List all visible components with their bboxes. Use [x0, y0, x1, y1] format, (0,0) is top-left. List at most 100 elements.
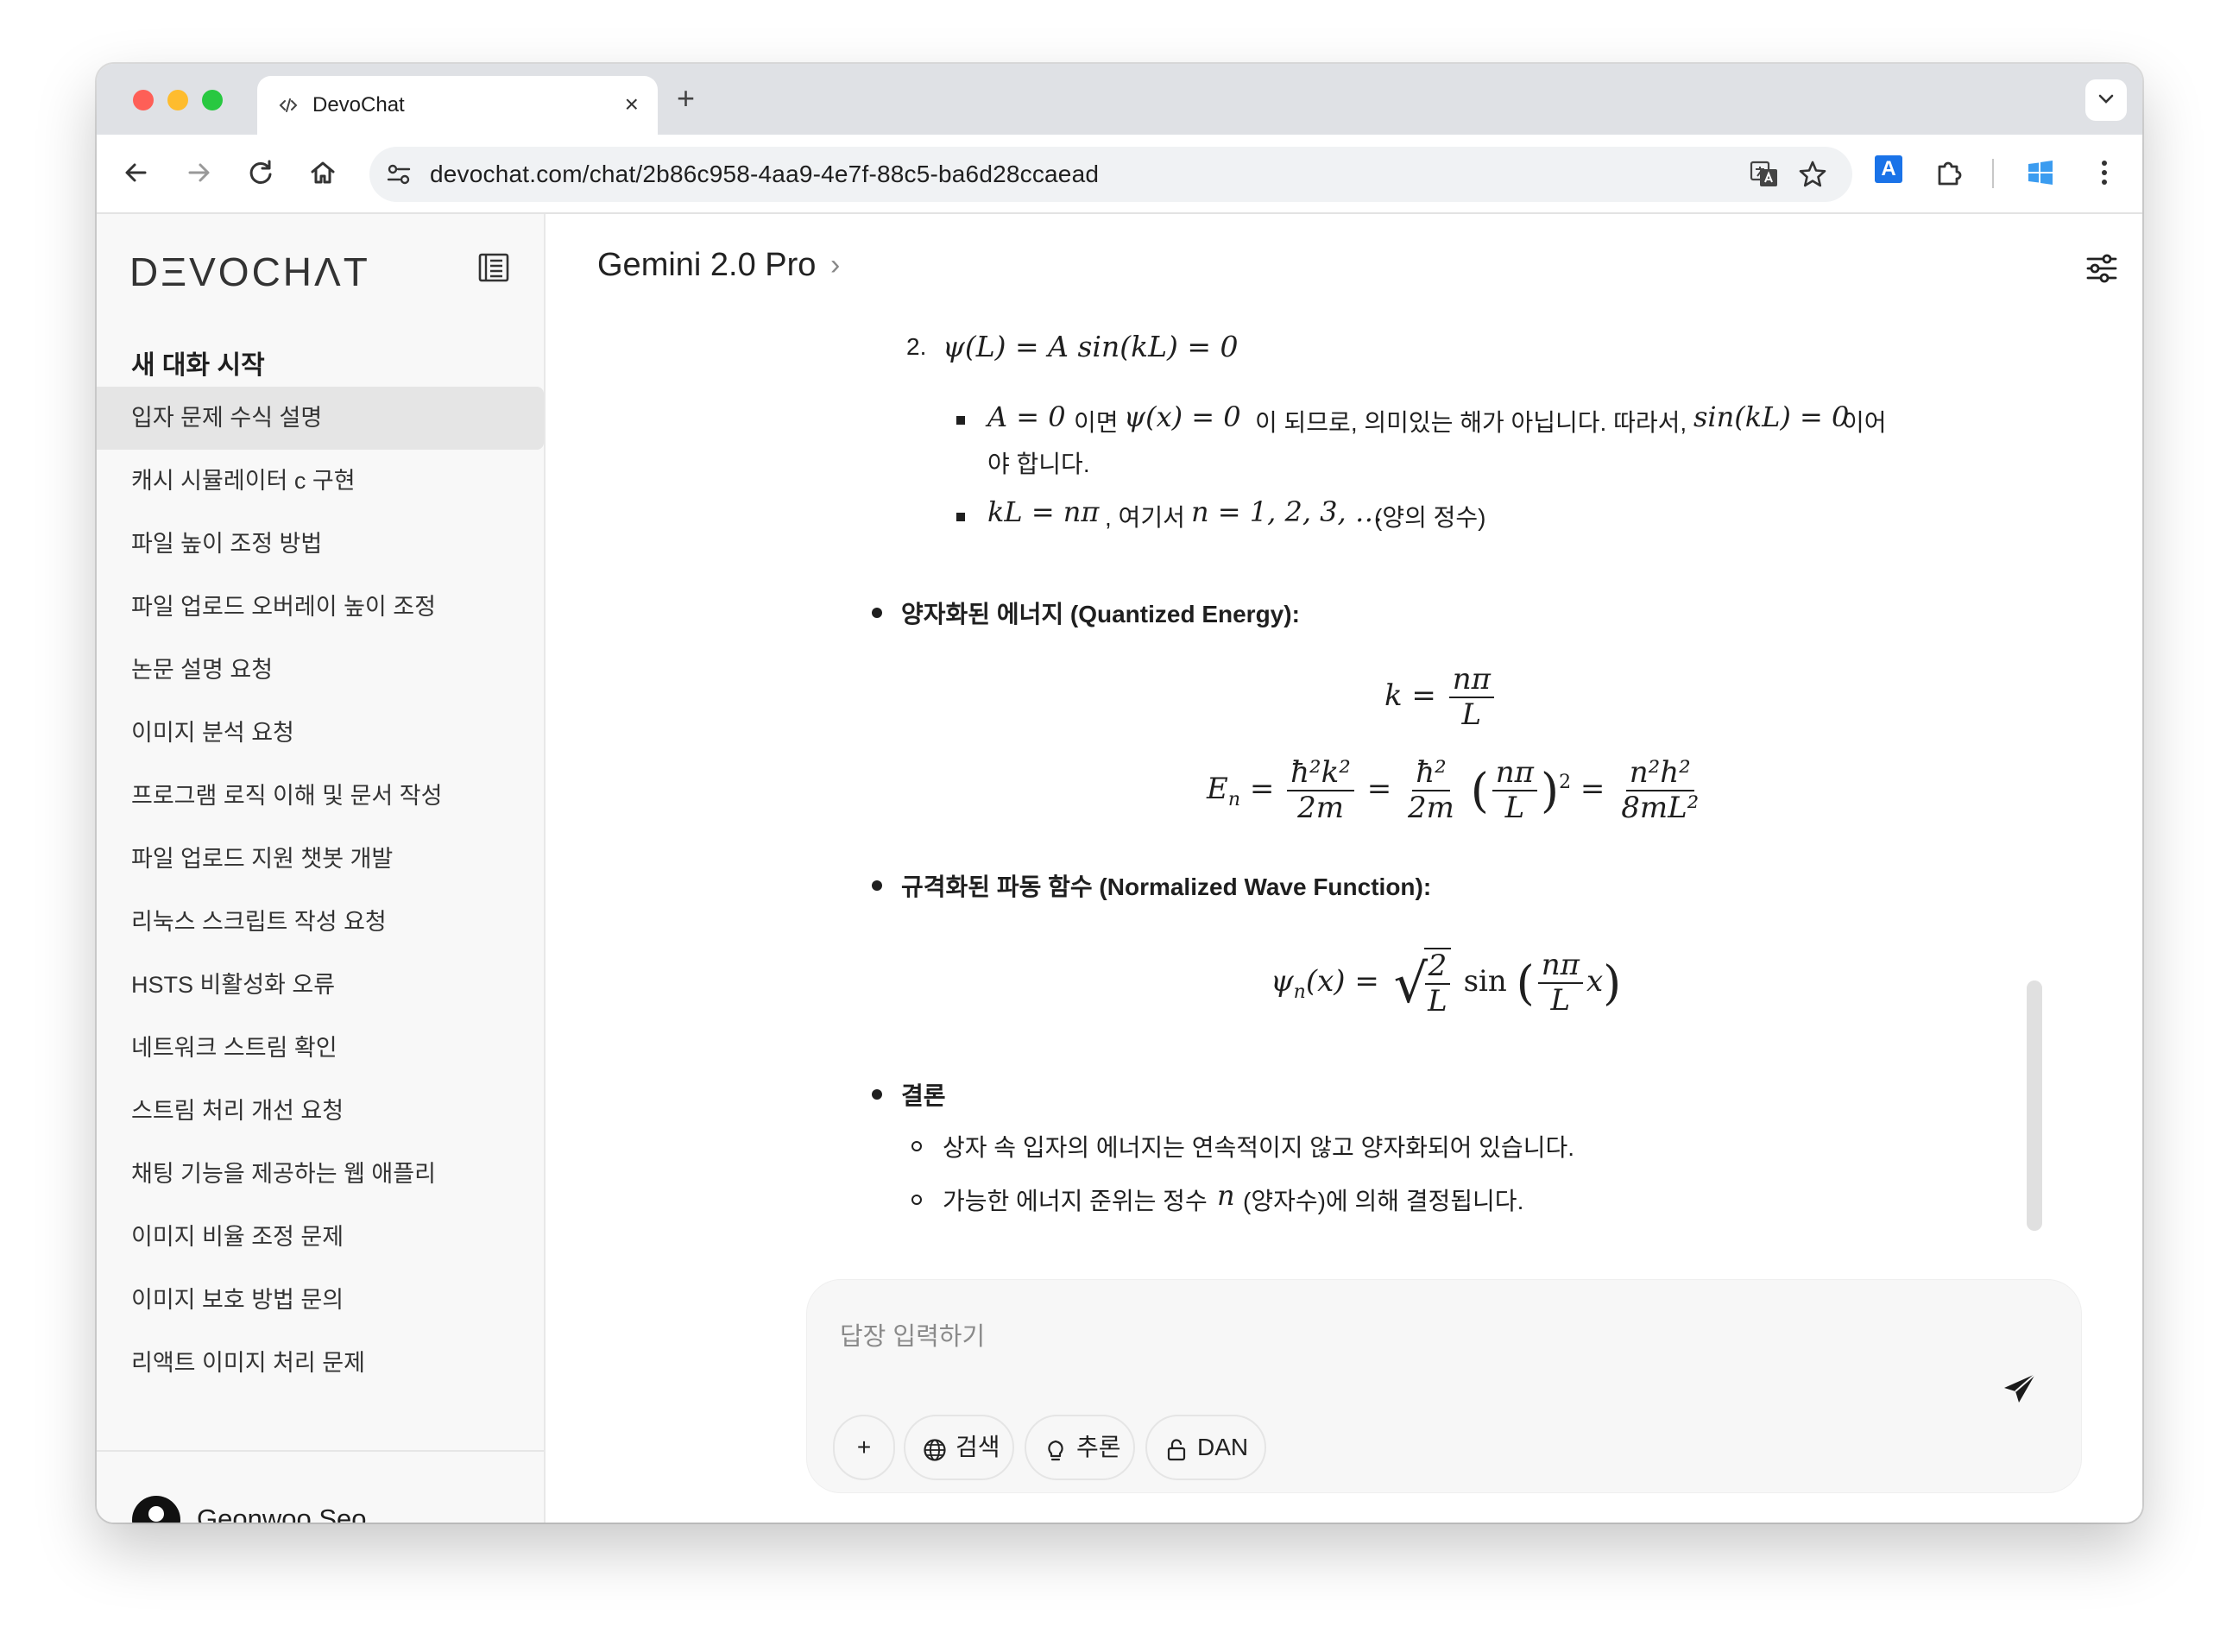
chat-history-item[interactable]: 프로그램 로직 이해 및 문서 작성: [97, 765, 546, 828]
unlock-icon: [1167, 1439, 1186, 1461]
user-avatar-icon[interactable]: [131, 1495, 181, 1523]
send-icon[interactable]: [2000, 1370, 2040, 1409]
chat-history-item[interactable]: 채팅 기능을 제공하는 웹 애플리: [97, 1143, 546, 1206]
inline-text: 이면: [1074, 409, 1119, 436]
toolbar-separator: [1992, 159, 1994, 188]
dan-label: DAN: [1197, 1434, 1249, 1460]
sidebar: DΞVOCHΛT 새 대화 시작 입자 문제 수식 설명 캐시 시뮬레이터 c …: [97, 214, 546, 1523]
attach-button[interactable]: +: [833, 1415, 895, 1480]
equation-k: k = nπ L: [1384, 662, 1498, 732]
logo: DΞVOCHΛT: [129, 249, 370, 294]
code-favicon-icon: [279, 98, 298, 112]
bookmark-star-icon[interactable]: [1797, 159, 1828, 190]
inline-text: 야 합니다.: [987, 451, 1090, 477]
chat-history-item[interactable]: 리액트 이미지 처리 문제: [97, 1332, 546, 1388]
search-button[interactable]: 검색: [904, 1415, 1014, 1480]
chat-history-item[interactable]: 파일 높이 조정 방법: [97, 513, 546, 576]
user-name[interactable]: Geonwoo Seo: [197, 1504, 366, 1523]
chat-history-item[interactable]: 논문 설명 요청: [97, 639, 546, 702]
browser-window: DevoChat × + devochat.com/chat/2b86c958-…: [97, 64, 2142, 1523]
reasoning-button[interactable]: 추론: [1025, 1415, 1135, 1480]
inline-math: kL = nπ: [987, 495, 1100, 528]
list-bullet: [872, 880, 882, 891]
tab-title: DevoChat: [312, 93, 405, 117]
list-bullet: [911, 1195, 922, 1205]
address-bar[interactable]: devochat.com/chat/2b86c958-4aa9-4e7f-88c…: [369, 147, 1852, 202]
chat-history-item[interactable]: 네트워크 스트림 확인: [97, 1017, 546, 1080]
inline-math: n = 1, 2, 3, …: [1191, 495, 1383, 528]
translate-icon[interactable]: [1749, 159, 1780, 190]
model-selector[interactable]: Gemini 2.0 Pro: [597, 247, 816, 284]
list-bullet: [911, 1141, 922, 1151]
chat-history-item[interactable]: 캐시 시뮬레이터 c 구현: [97, 450, 546, 513]
new-tab-button[interactable]: +: [677, 81, 695, 116]
section-heading: 규격화된 파동 함수 (Normalized Wave Function):: [901, 873, 1432, 900]
sidebar-divider: [97, 1450, 544, 1452]
browser-tab[interactable]: DevoChat ×: [257, 76, 658, 135]
new-chat-button[interactable]: 새 대화 시작: [131, 344, 265, 381]
chat-history-item[interactable]: 이미지 분석 요청: [97, 702, 546, 765]
settings-sliders-icon[interactable]: [2084, 250, 2120, 287]
chat-history-item[interactable]: HSTS 비활성화 오류: [97, 954, 546, 1017]
chat-history-item[interactable]: 이미지 비율 조정 문제: [97, 1206, 546, 1269]
site-settings-icon[interactable]: [385, 161, 413, 188]
scrollbar-thumb[interactable]: [2027, 980, 2042, 1231]
chat-history-item[interactable]: 리눅스 스크립트 작성 요청: [97, 891, 546, 954]
message-composer[interactable]: 답장 입력하기 + 검색 추론 DAN: [806, 1279, 2082, 1493]
message-input[interactable]: 답장 입력하기: [840, 1316, 985, 1352]
more-menu-icon[interactable]: [2087, 155, 2122, 190]
inline-text: (양자수)에 의해 결정됩니다.: [1243, 1188, 1524, 1214]
forward-arrow-icon[interactable]: [181, 155, 216, 190]
main-panel: Gemini 2.0 Pro › 2. ψ(L) = A sin(kL) = 0…: [546, 214, 2142, 1523]
tab-strip: DevoChat × +: [97, 64, 2142, 135]
equation-boundary: ψ(L) = A sin(kL) = 0: [943, 330, 1239, 363]
windows-extension-icon[interactable]: [2023, 155, 2058, 190]
chat-history-item[interactable]: 스트림 처리 개선 요청: [97, 1080, 546, 1143]
inline-text: 이어: [1842, 409, 1887, 436]
reasoning-label: 추론: [1076, 1434, 1121, 1460]
inline-text: , 여기서: [1105, 504, 1185, 531]
chat-history-item[interactable]: 파일 업로드 지원 챗봇 개발: [97, 828, 546, 891]
globe-icon: [924, 1439, 946, 1461]
chat-history-item[interactable]: 파일 업로드 오버레이 높이 조정: [97, 576, 546, 639]
chat-history-item[interactable]: 이미지 보호 방법 문의: [97, 1269, 546, 1332]
maximize-window-button[interactable]: [202, 90, 223, 110]
inline-math: sin(kL) = 0: [1693, 400, 1850, 433]
list-bullet: [956, 513, 965, 521]
message-content: 2. ψ(L) = A sin(kL) = 0 A = 0 이면 ψ(x) = …: [546, 318, 2142, 1276]
minimize-window-button[interactable]: [167, 90, 188, 110]
back-arrow-icon[interactable]: [119, 155, 154, 190]
equation-wavefunction: ψn(x) = √ 2 L sin (nπ Lx): [1271, 948, 1622, 1019]
reload-icon[interactable]: [243, 155, 278, 190]
plus-icon: +: [856, 1434, 872, 1460]
browser-toolbar: devochat.com/chat/2b86c958-4aa9-4e7f-88c…: [97, 135, 2142, 214]
chevron-right-icon[interactable]: ›: [830, 249, 840, 282]
url-text[interactable]: devochat.com/chat/2b86c958-4aa9-4e7f-88c…: [430, 161, 1099, 188]
extensions-puzzle-icon[interactable]: [1932, 155, 1966, 190]
list-bullet: [956, 416, 965, 425]
equation-energy: En = ħ²k² 2m = ħ² 2m (nπ L)2 = n²h² 8mL²: [1207, 755, 1700, 826]
home-icon[interactable]: [306, 155, 340, 190]
chevron-down-icon: [2098, 94, 2114, 104]
inline-text: 가능한 에너지 준위는 정수: [943, 1188, 1208, 1214]
inline-text: 이 되므로, 의미있는 해가 아닙니다. 따라서,: [1255, 409, 1687, 436]
tab-search-button[interactable]: [2085, 79, 2127, 121]
lightbulb-icon: [1048, 1440, 1063, 1461]
chat-history-item[interactable]: 입자 문제 수식 설명: [97, 387, 544, 450]
section-heading: 양자화된 에너지 (Quantized Energy):: [901, 601, 1300, 627]
sidebar-toggle-icon[interactable]: [476, 250, 511, 285]
list-bullet: [872, 608, 882, 618]
inline-math: ψ(x) = 0: [1124, 400, 1241, 433]
list-number: 2.: [906, 333, 927, 360]
inline-math: A = 0: [987, 400, 1066, 433]
inline-math: n: [1217, 1179, 1235, 1212]
inline-text: (양의 정수): [1374, 504, 1486, 531]
dan-button[interactable]: DAN: [1145, 1415, 1266, 1480]
tab-close-icon[interactable]: ×: [625, 90, 639, 119]
inline-text: 상자 속 입자의 에너지는 연속적이지 않고 양자화되어 있습니다.: [943, 1134, 1574, 1161]
search-label: 검색: [956, 1434, 1000, 1460]
section-heading: 결론: [901, 1082, 946, 1109]
close-window-button[interactable]: [133, 90, 154, 110]
list-bullet: [872, 1089, 882, 1100]
translate-extension-icon[interactable]: A: [1875, 155, 1902, 183]
